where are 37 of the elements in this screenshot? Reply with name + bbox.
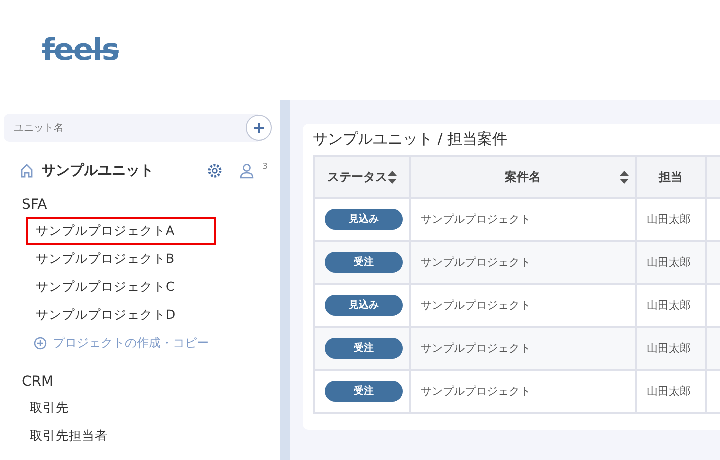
table-cell: 山田太郎 <box>636 241 706 284</box>
column-header[interactable]: ステータス <box>314 156 410 198</box>
table-cell: サンプルプロジェクト <box>410 370 636 413</box>
column-header: 担当 <box>636 156 706 198</box>
unit-search-field[interactable]: ユニット名 <box>4 114 258 142</box>
table-cell: サンプルプロジェクト <box>410 241 636 284</box>
project-item[interactable]: サンプルプロジェクトD <box>26 301 216 329</box>
plus-circle-icon <box>34 336 47 350</box>
table-cell: 山田太郎 <box>636 284 706 327</box>
status-badge: 受注 <box>325 252 403 273</box>
home-icon <box>20 164 34 178</box>
unit-name: サンプルユニット <box>42 162 155 180</box>
member-count: 3 <box>262 162 268 171</box>
logo: feels <box>42 32 119 68</box>
table-cell: 山田太郎 <box>636 370 706 413</box>
panel-title: サンプルユニット / 担当案件 <box>313 130 509 150</box>
project-item[interactable]: サンプルプロジェクトC <box>26 273 216 301</box>
sort-icon[interactable] <box>388 170 396 184</box>
table-cell: 山田太郎 <box>636 327 706 370</box>
menu-item[interactable]: 取引先 <box>0 394 280 422</box>
project-item[interactable]: サンプルプロジェクトB <box>26 245 216 273</box>
table-cell: サンプルプロジェクト <box>410 284 636 327</box>
user-icon[interactable] <box>238 163 255 179</box>
status-badge: 見込み <box>325 295 403 316</box>
table-cell: 山田太郎 <box>636 198 706 241</box>
section-title: CRM <box>21 373 55 392</box>
table-cell: サンプルプロジェクト <box>410 327 636 370</box>
status-badge: 受注 <box>325 338 403 359</box>
table-cell: サンプルプロジェクト <box>410 198 636 241</box>
project-item[interactable]: サンプルプロジェクトA <box>26 217 216 245</box>
gear-icon[interactable] <box>206 163 223 179</box>
column-header[interactable]: 案件名 <box>410 156 636 198</box>
section-title: SFA <box>21 196 48 215</box>
status-badge: 受注 <box>325 381 403 402</box>
menu-item[interactable]: 取引先担当者 <box>0 422 280 450</box>
sort-icon[interactable] <box>620 170 629 184</box>
status-badge: 見込み <box>325 209 403 230</box>
